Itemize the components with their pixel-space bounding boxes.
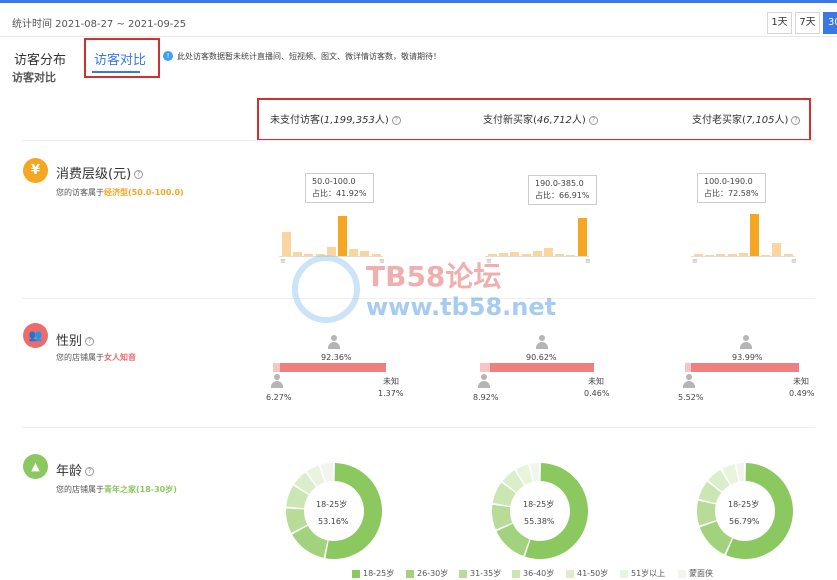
watermark-title: TB58论坛 [366, 260, 502, 293]
legend-swatch [352, 569, 360, 578]
age-slice-31-35岁[interactable] [697, 500, 717, 526]
donut-center-label: 18-25岁 [523, 500, 555, 509]
donut-center-value: 53.16% [318, 517, 349, 526]
legend-label: 51岁以上 [631, 569, 666, 578]
age-slice-26-30岁[interactable] [496, 523, 530, 556]
legend-item[interactable]: 蒙面侠 [678, 568, 713, 579]
legend-label: 蒙面侠 [689, 569, 713, 578]
donut-center-value: 56.79% [729, 517, 760, 526]
legend-item[interactable]: 51岁以上 [620, 568, 665, 579]
legend-label: 31-35岁 [470, 569, 502, 578]
legend-item[interactable]: 31-35岁 [459, 568, 501, 579]
age-slice-26-30岁[interactable] [699, 521, 733, 555]
legend-item[interactable]: 41-50岁 [566, 568, 608, 579]
age-slice-18-25岁[interactable] [325, 463, 383, 560]
watermark-logo-icon [292, 255, 360, 323]
legend-label: 41-50岁 [577, 569, 609, 578]
donut-center-value: 55.38% [524, 517, 555, 526]
legend-swatch [459, 569, 467, 578]
legend-label: 26-30岁 [417, 569, 449, 578]
legend-item[interactable]: 26-30岁 [406, 568, 448, 579]
legend-swatch [566, 569, 574, 578]
legend-item[interactable]: 18-25岁 [352, 568, 394, 579]
legend-label: 18-25岁 [363, 569, 395, 578]
legend-item[interactable]: 36-40岁 [512, 568, 554, 579]
watermark-url: www.tb58.net [366, 293, 557, 321]
legend-swatch [678, 569, 686, 578]
donut-center-label: 18-25岁 [728, 500, 760, 509]
age-slice-26-30岁[interactable] [292, 525, 328, 558]
legend-swatch [512, 569, 520, 578]
donut-center-label: 18-25岁 [316, 500, 348, 509]
legend-label: 36-40岁 [523, 569, 555, 578]
legend-swatch [406, 569, 414, 578]
legend-swatch [620, 569, 628, 578]
